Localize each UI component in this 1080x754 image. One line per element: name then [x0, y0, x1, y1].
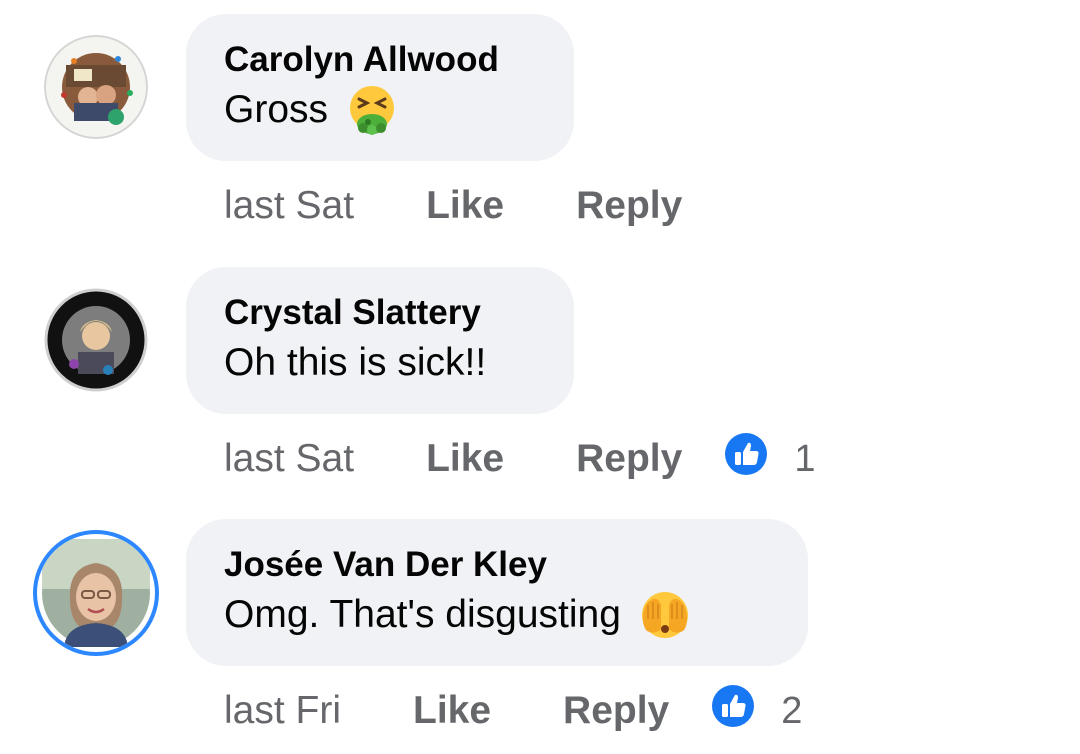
comment-actions: last Sat Like Reply — [224, 182, 682, 230]
comment-timestamp[interactable]: last Fri — [224, 689, 341, 733]
comment-author[interactable]: Crystal Slattery — [224, 293, 574, 333]
comment-text-content: Oh this is sick!! — [224, 341, 487, 384]
thumbs-up-icon — [724, 432, 768, 486]
reply-button[interactable]: Reply — [576, 184, 682, 228]
like-button[interactable]: Like — [426, 437, 504, 481]
nauseated-face-emoji-icon — [346, 84, 398, 136]
comment-author[interactable]: Carolyn Allwood — [224, 40, 574, 80]
comment-actions: last Sat Like Reply 1 — [224, 432, 815, 486]
thumbs-up-icon — [711, 684, 755, 738]
comment-text: Omg. That's disgusting — [224, 589, 808, 641]
comment-bubble: Carolyn Allwood Gross — [186, 14, 574, 161]
comment-bubble: Crystal Slattery Oh this is sick!! — [186, 267, 574, 414]
reaction-summary[interactable]: 2 — [711, 684, 802, 738]
reaction-count: 2 — [781, 689, 803, 732]
comment-text-content: Omg. That's disgusting — [224, 593, 621, 636]
reaction-count: 1 — [794, 437, 816, 480]
comment-timestamp[interactable]: last Sat — [224, 184, 354, 228]
avatar[interactable] — [44, 35, 148, 139]
reply-button[interactable]: Reply — [576, 437, 682, 481]
reaction-summary[interactable]: 1 — [724, 432, 815, 486]
comment-text: Gross — [224, 84, 574, 136]
comment-text-content: Gross — [224, 88, 329, 131]
face-with-hands-over-eyes-emoji-icon — [639, 589, 691, 641]
like-button[interactable]: Like — [426, 184, 504, 228]
comment-text: Oh this is sick!! — [224, 337, 574, 389]
comment-actions: last Fri Like Reply 2 — [224, 684, 802, 738]
reply-button[interactable]: Reply — [563, 689, 669, 733]
like-button[interactable]: Like — [413, 689, 491, 733]
comment-author[interactable]: Josée Van Der Kley — [224, 545, 808, 585]
avatar[interactable] — [33, 530, 159, 656]
comment-bubble: Josée Van Der Kley Omg. That's disgustin… — [186, 519, 808, 666]
comment-timestamp[interactable]: last Sat — [224, 437, 354, 481]
avatar[interactable] — [44, 288, 148, 392]
